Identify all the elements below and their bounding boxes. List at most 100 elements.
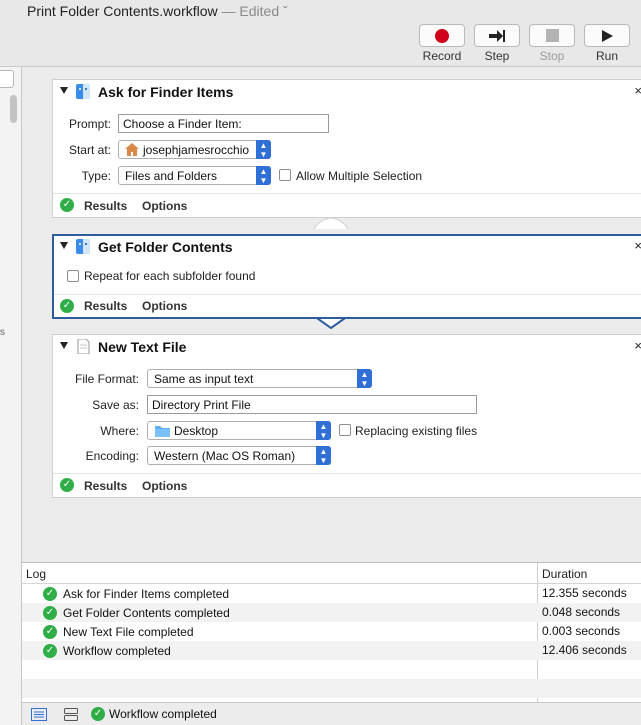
status-bar: ✓ Workflow completed bbox=[22, 702, 641, 725]
action-get-folder-contents[interactable]: Get Folder Contents × Repeat for each su… bbox=[52, 234, 641, 319]
file-format-label: File Format: bbox=[74, 372, 139, 386]
type-value: Files and Folders bbox=[125, 169, 218, 183]
record-button[interactable] bbox=[419, 24, 465, 47]
edited-indicator[interactable]: — Edited ˇ bbox=[218, 3, 288, 19]
library-sidebar: s bbox=[0, 67, 22, 725]
text-file-icon bbox=[77, 339, 90, 354]
options-tab[interactable]: Options bbox=[142, 479, 187, 493]
encoding-popup[interactable]: Western (Mac OS Roman) ▲ ▼ bbox=[147, 446, 331, 465]
type-popup[interactable]: Files and Folders ▲ ▼ bbox=[118, 166, 271, 185]
record-label: Record bbox=[422, 49, 462, 63]
action-footer: ✓ Results Options bbox=[53, 473, 641, 497]
stop-button[interactable] bbox=[529, 24, 575, 47]
results-tab[interactable]: Results bbox=[84, 199, 127, 213]
close-icon[interactable]: × bbox=[634, 83, 641, 98]
action-title: Get Folder Contents bbox=[98, 239, 233, 255]
log-row-duration: 12.406 seconds bbox=[542, 643, 627, 657]
house-icon bbox=[125, 143, 139, 156]
play-icon bbox=[602, 29, 613, 42]
sidebar-truncated-text: s bbox=[0, 327, 5, 338]
log-row[interactable]: ✓ Get Folder Contents completed 0.048 se… bbox=[22, 603, 641, 622]
window-title-name: Print Folder Contents.workflow bbox=[27, 3, 218, 19]
log-row-text: Ask for Finder Items completed bbox=[63, 587, 230, 601]
success-check-icon: ✓ bbox=[43, 644, 57, 658]
allow-multiple-label: Allow Multiple Selection bbox=[296, 169, 423, 183]
log-row-text: Workflow completed bbox=[63, 644, 171, 658]
chevron-updown-icon: ▲ ▼ bbox=[316, 421, 331, 440]
folder-icon bbox=[155, 426, 170, 437]
repeat-subfolder-checkbox[interactable] bbox=[67, 270, 79, 282]
log-row[interactable]: ✓ Workflow completed 12.406 seconds bbox=[22, 641, 641, 660]
action-header: Ask for Finder Items × bbox=[53, 80, 641, 104]
action-header: Get Folder Contents × bbox=[54, 236, 641, 260]
results-tab[interactable]: Results bbox=[84, 479, 127, 493]
file-format-value: Same as input text bbox=[154, 372, 254, 386]
variables-view-icon[interactable] bbox=[64, 708, 78, 721]
finder-icon bbox=[76, 239, 90, 254]
log-row-text: Get Folder Contents completed bbox=[63, 606, 230, 620]
chevron-updown-icon: ▲ ▼ bbox=[256, 140, 271, 159]
stop-label: Stop bbox=[539, 49, 565, 63]
status-text: Workflow completed bbox=[109, 707, 217, 721]
library-search-field[interactable] bbox=[0, 70, 14, 88]
duration-column-header[interactable]: Duration bbox=[542, 567, 587, 581]
log-panel: Log Duration ✓ Ask for Finder Items comp… bbox=[22, 562, 641, 703]
success-check-icon: ✓ bbox=[43, 606, 57, 620]
action-title: Ask for Finder Items bbox=[98, 84, 234, 100]
chevron-updown-icon: ▲ ▼ bbox=[357, 369, 372, 388]
encoding-label: Encoding: bbox=[85, 449, 139, 463]
where-label: Where: bbox=[100, 424, 139, 438]
success-check-icon: ✓ bbox=[43, 625, 57, 639]
close-icon[interactable]: × bbox=[634, 338, 641, 353]
workflow-canvas: Ask for Finder Items × Prompt: Choose a … bbox=[22, 67, 641, 560]
allow-multiple-checkbox[interactable] bbox=[279, 169, 291, 181]
chevron-updown-icon: ▲ ▼ bbox=[256, 166, 271, 185]
log-empty-row bbox=[22, 660, 641, 679]
library-scrollbar[interactable] bbox=[10, 95, 17, 123]
results-tab[interactable]: Results bbox=[84, 299, 127, 313]
action-header: New Text File × bbox=[53, 335, 641, 359]
log-row-text: New Text File completed bbox=[63, 625, 194, 639]
log-row-duration: 0.003 seconds bbox=[542, 624, 621, 638]
disclosure-triangle-icon[interactable] bbox=[60, 87, 68, 94]
step-button[interactable] bbox=[474, 24, 520, 47]
disclosure-triangle-icon[interactable] bbox=[60, 242, 68, 249]
step-label: Step bbox=[484, 49, 510, 63]
start-at-popup[interactable]: josephjamesrocchio ▲ ▼ bbox=[118, 140, 271, 159]
replacing-files-label: Replacing existing files bbox=[355, 424, 478, 438]
start-at-label: Start at: bbox=[68, 143, 111, 157]
disclosure-triangle-icon[interactable] bbox=[60, 342, 68, 349]
action-ask-for-finder-items[interactable]: Ask for Finder Items × Prompt: Choose a … bbox=[52, 79, 641, 218]
action-footer: ✓ Results Options bbox=[53, 193, 641, 217]
action-title: New Text File bbox=[98, 339, 187, 355]
chevron-updown-icon: ▲ ▼ bbox=[316, 446, 331, 465]
prompt-field[interactable]: Choose a Finder Item: bbox=[118, 114, 329, 133]
run-button[interactable] bbox=[584, 24, 630, 47]
where-popup[interactable]: Desktop ▲ ▼ bbox=[147, 421, 331, 440]
action-new-text-file[interactable]: New Text File × File Format: Same as inp… bbox=[52, 334, 641, 498]
finder-icon bbox=[76, 84, 90, 99]
save-as-field[interactable]: Directory Print File bbox=[147, 395, 477, 414]
action-footer: ✓ Results Options bbox=[54, 294, 641, 317]
options-tab[interactable]: Options bbox=[142, 299, 187, 313]
replacing-files-checkbox[interactable] bbox=[339, 424, 351, 436]
prompt-label: Prompt: bbox=[68, 117, 111, 131]
log-empty-row bbox=[22, 679, 641, 698]
list-view-icon[interactable] bbox=[31, 708, 47, 721]
file-format-popup[interactable]: Same as input text ▲ ▼ bbox=[147, 369, 372, 388]
type-label: Type: bbox=[81, 169, 111, 183]
where-value: Desktop bbox=[174, 424, 219, 438]
log-row[interactable]: ✓ New Text File completed 0.003 seconds bbox=[22, 622, 641, 641]
options-tab[interactable]: Options bbox=[142, 199, 187, 213]
log-column-header[interactable]: Log bbox=[26, 567, 46, 581]
stop-icon bbox=[545, 29, 559, 42]
log-row-duration: 0.048 seconds bbox=[542, 605, 621, 619]
log-header: Log Duration bbox=[22, 563, 641, 584]
success-check-icon: ✓ bbox=[60, 299, 74, 313]
success-check-icon: ✓ bbox=[43, 587, 57, 601]
record-icon bbox=[435, 28, 449, 43]
success-check-icon: ✓ bbox=[60, 198, 74, 212]
close-icon[interactable]: × bbox=[634, 238, 641, 253]
log-row[interactable]: ✓ Ask for Finder Items completed 12.355 … bbox=[22, 584, 641, 603]
encoding-value: Western (Mac OS Roman) bbox=[154, 449, 296, 463]
